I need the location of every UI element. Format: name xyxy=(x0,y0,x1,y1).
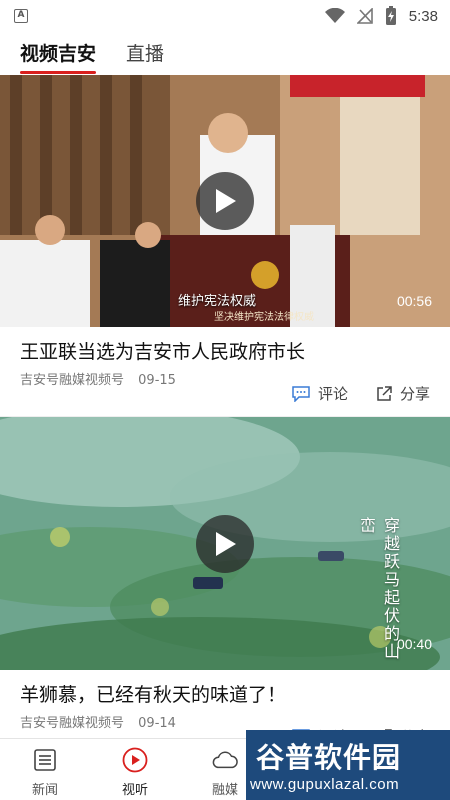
video-source: 吉安号融媒视频号 xyxy=(20,716,125,731)
video-card[interactable]: 穿越跃马起伏的山峦 00:40 羊狮慕，已经有秋天的味道了！ 吉安号融媒视频号 … xyxy=(0,417,450,760)
battery-charging-icon xyxy=(385,6,396,25)
share-button[interactable]: 分享 xyxy=(376,383,430,404)
video-subcaption: 坚决维护宪法法律权威 xyxy=(214,312,314,323)
card-info: 王亚联当选为吉安市人民政府市长 吉安号融媒视频号 09-15 评论 分享 xyxy=(0,327,450,417)
wifi-icon xyxy=(324,8,345,23)
status-time: 5:38 xyxy=(408,7,438,25)
video-feed: 维护宪法权威 坚决维护宪法法律权威 00:56 王亚联当选为吉安市人民政府市长 … xyxy=(0,75,450,760)
comment-button[interactable]: 评论 xyxy=(292,383,348,404)
app-notification-icon: A xyxy=(14,9,28,23)
nav-label: 融媒 xyxy=(211,783,238,798)
video-duration: 00:56 xyxy=(396,293,432,309)
tab-live[interactable]: 直播 xyxy=(126,32,164,66)
share-icon xyxy=(377,385,392,401)
card-actions: 评论 分享 xyxy=(292,383,430,404)
video-date: 09-15 xyxy=(138,373,176,388)
video-title[interactable]: 王亚联当选为吉安市人民政府市长 xyxy=(20,337,430,367)
no-signal-icon xyxy=(356,8,373,24)
share-label: 分享 xyxy=(399,385,430,403)
play-icon xyxy=(216,531,236,556)
tab-label: 直播 xyxy=(126,43,165,65)
tab-video-jian[interactable]: 视频吉安 xyxy=(20,32,97,74)
watermark-text: 谷普软件园 xyxy=(256,741,402,774)
play-button[interactable] xyxy=(196,514,254,573)
video-source: 吉安号融媒视频号 xyxy=(20,373,125,388)
watermark-logo: 谷普软件园 www.gupuxlazal.com xyxy=(246,730,450,800)
video-overlay-text: 穿越跃马起伏的山峦 xyxy=(357,517,400,661)
tab-label: 视频吉安 xyxy=(20,43,97,65)
video-title[interactable]: 羊狮慕，已经有秋天的味道了！ xyxy=(20,680,430,710)
video-thumbnail[interactable]: 维护宪法权威 坚决维护宪法法律权威 00:56 xyxy=(0,75,450,327)
comment-icon xyxy=(292,385,310,402)
nav-item-news[interactable]: 新闻 xyxy=(0,739,90,800)
video-caption: 维护宪法权威 xyxy=(178,294,257,309)
play-circle-icon xyxy=(122,747,148,773)
cloud-icon xyxy=(212,747,238,773)
top-tabs: 视频吉安 直播 xyxy=(0,32,450,74)
video-card[interactable]: 维护宪法权威 坚决维护宪法法律权威 00:56 王亚联当选为吉安市人民政府市长 … xyxy=(0,75,450,417)
video-date: 09-14 xyxy=(138,716,176,731)
active-tab-indicator xyxy=(20,71,97,74)
video-thumbnail[interactable]: 穿越跃马起伏的山峦 00:40 xyxy=(0,417,450,670)
nav-label: 新闻 xyxy=(31,783,58,798)
play-button[interactable] xyxy=(196,172,254,230)
nav-item-audiovisual[interactable]: 视听 xyxy=(90,739,180,800)
status-indicators: 5:38 xyxy=(324,6,438,26)
watermark-url: www.gupuxlazal.com xyxy=(250,776,400,793)
comment-label: 评论 xyxy=(317,385,348,403)
video-duration: 00:40 xyxy=(396,636,432,652)
nav-label: 视听 xyxy=(121,783,148,798)
status-bar: A 5:38 xyxy=(0,0,450,32)
play-icon xyxy=(216,189,236,213)
list-icon xyxy=(32,747,58,773)
